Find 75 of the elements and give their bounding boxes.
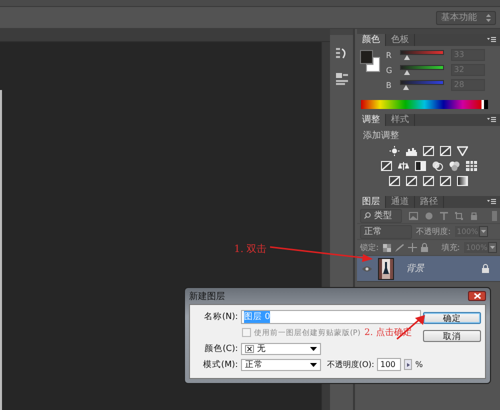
caret-icon <box>310 362 317 366</box>
caret-icon <box>406 362 410 366</box>
caret-icon <box>480 230 486 233</box>
brush-icon[interactable] <box>394 244 404 252</box>
slider-thumb[interactable] <box>404 54 410 60</box>
panel-tab[interactable]: 调整 <box>357 114 386 126</box>
color-slider[interactable] <box>397 80 447 90</box>
checker-icon[interactable] <box>382 244 391 252</box>
workspace-dropdown[interactable]: 基本功能 <box>436 10 496 24</box>
lock-label: 锁定: <box>360 242 379 253</box>
gradient-icon[interactable] <box>457 176 468 186</box>
selected-text: 图层 0 <box>244 310 270 322</box>
panel-tab[interactable]: 图层 <box>357 196 386 208</box>
mode-dropdown[interactable]: 正常 <box>241 358 321 370</box>
opacity-field[interactable]: 100 <box>377 358 402 371</box>
color-slider[interactable] <box>397 50 447 60</box>
color-spectrum[interactable] <box>361 100 488 109</box>
scale-icon[interactable] <box>398 161 408 171</box>
close-button[interactable] <box>468 291 486 301</box>
channel-label: R <box>386 50 393 60</box>
color-dropdown[interactable]: 无 <box>241 342 321 354</box>
mixer-icon[interactable] <box>448 161 460 171</box>
mode-label: 模式(M): <box>202 358 238 370</box>
layer-name: 背景 <box>406 262 424 275</box>
foreground-color-swatch[interactable] <box>360 50 373 64</box>
blend-mode-dropdown[interactable]: 正常 <box>360 224 412 238</box>
percent-sign: % <box>415 360 423 369</box>
checkbox[interactable] <box>242 328 251 337</box>
grid-icon[interactable] <box>466 161 476 171</box>
caret-icon <box>490 246 495 249</box>
layer-row[interactable]: 背景 <box>357 256 500 282</box>
bw-icon[interactable] <box>414 161 426 171</box>
updown-icon <box>486 14 491 22</box>
dialog-title: 新建图层 <box>189 290 225 302</box>
channel-label: G <box>386 66 394 74</box>
move-icon[interactable] <box>408 243 417 252</box>
name-label: 名称(N): <box>203 310 238 322</box>
panel-tab[interactable]: 色板 <box>386 34 415 46</box>
panel-heading: 添加调整 <box>363 130 400 142</box>
opacity-label: 不透明度(O): <box>327 359 374 370</box>
panel-tab[interactable]: 通道 <box>386 196 415 208</box>
fill-label: 填充: <box>441 242 460 253</box>
panel-tab[interactable]: 颜色 <box>357 34 386 46</box>
panel-menu-icon[interactable] <box>487 117 496 123</box>
filter-icon[interactable] <box>432 161 442 171</box>
caret-icon <box>310 346 317 350</box>
triangle-icon[interactable] <box>457 146 468 156</box>
close-icon <box>474 293 480 299</box>
fill-dropdown-button[interactable] <box>488 242 497 253</box>
no-color-icon <box>245 344 254 352</box>
slider-thumb[interactable] <box>402 84 408 90</box>
dialog-button[interactable]: 确定 <box>422 312 481 324</box>
sun-icon[interactable] <box>389 146 400 156</box>
search-icon <box>364 212 371 219</box>
history-icon[interactable] <box>336 47 348 61</box>
panel-menu-icon[interactable] <box>487 199 496 205</box>
background-color-swatch[interactable] <box>366 57 380 72</box>
panel-tab[interactable]: 路径 <box>415 196 444 208</box>
name-field[interactable]: 图层 0 <box>241 310 421 324</box>
histogram-icon[interactable] <box>406 146 417 156</box>
filter-toggle[interactable] <box>492 210 497 220</box>
channel-label: B <box>386 80 392 90</box>
panel-tab[interactable]: 样式 <box>386 114 415 126</box>
dialog-button[interactable]: 取消 <box>422 330 481 342</box>
opacity-label: 不透明度: <box>416 226 451 237</box>
spin-button[interactable] <box>404 359 412 370</box>
filter-dropdown[interactable]: 类型 <box>360 208 402 222</box>
color-slider[interactable] <box>397 64 447 76</box>
annotation-text: 1. 双击 <box>234 242 267 256</box>
color-label: 颜色(C): <box>204 342 238 354</box>
panel-menu-icon[interactable] <box>487 37 496 43</box>
eye-icon[interactable] <box>362 266 372 272</box>
properties-icon[interactable] <box>336 73 348 85</box>
slider-thumb[interactable] <box>404 70 410 74</box>
lock-icon[interactable] <box>420 243 428 252</box>
